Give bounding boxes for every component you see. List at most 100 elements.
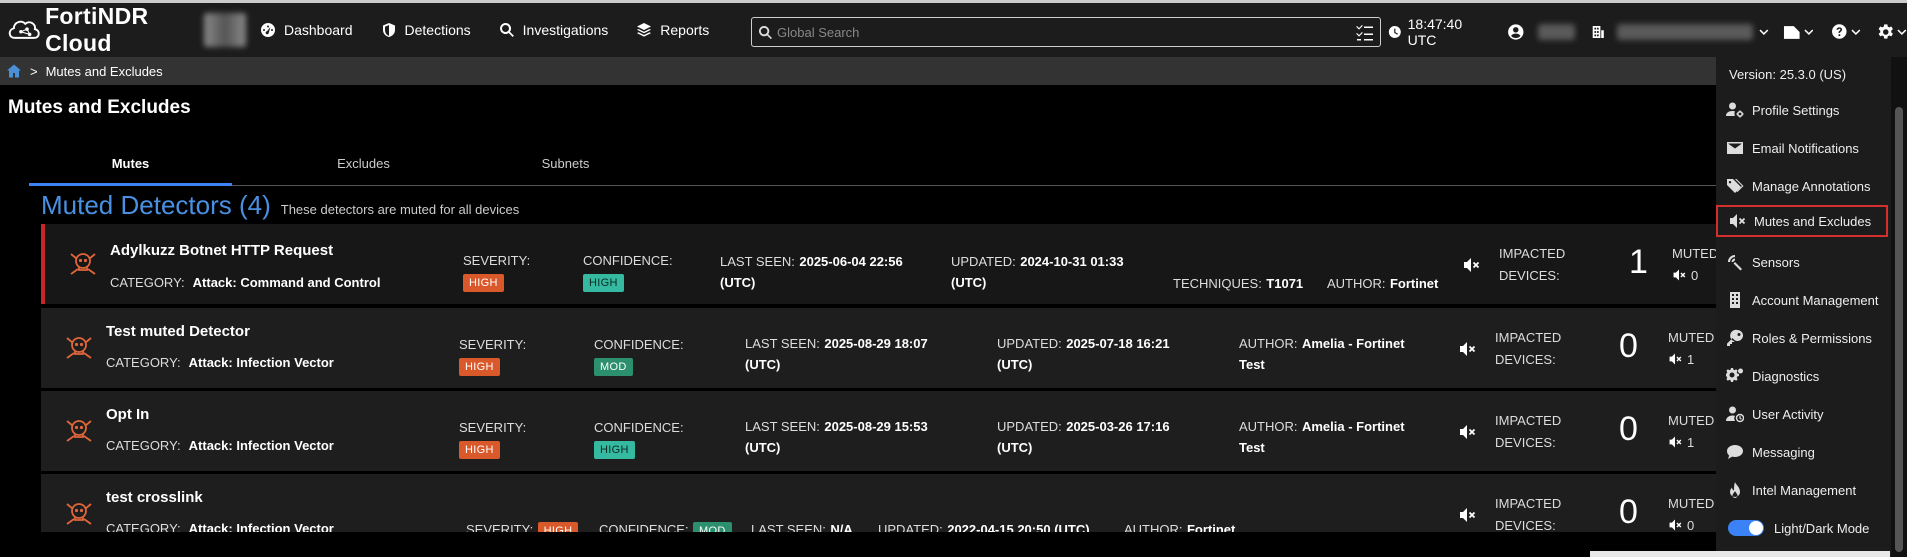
menu-item-roles-permissions[interactable]: Roles & Permissions xyxy=(1716,322,1891,354)
menu-item-theme-toggle[interactable]: Light/Dark Mode xyxy=(1716,512,1891,544)
app-logo[interactable]: FortiNDR Cloud xyxy=(6,3,246,57)
tab-excludes[interactable]: Excludes xyxy=(262,150,465,186)
updated-value: 2025-07-18 16:21 xyxy=(1066,336,1170,351)
data-icon[interactable] xyxy=(1783,24,1801,40)
chevron-down-icon xyxy=(1851,29,1861,35)
detector-name[interactable]: Adylkuzz Botnet HTTP Request xyxy=(110,242,333,259)
tenant-switcher[interactable] xyxy=(203,13,246,47)
muted-count: 1 xyxy=(1687,435,1695,450)
menu-item-label: Manage Annotations xyxy=(1752,178,1871,194)
muted-label: MUTED xyxy=(1672,246,1719,261)
username-chip[interactable] xyxy=(1538,23,1576,40)
volume-mute-icon xyxy=(1669,353,1682,365)
volume-mute-icon[interactable] xyxy=(1458,506,1476,524)
menu-item-manage-annotations[interactable]: Manage Annotations xyxy=(1716,170,1891,202)
detector-row[interactable]: Opt In CATEGORY: Attack: Infection Vector… xyxy=(41,391,1741,471)
bottom-strip xyxy=(1590,551,1890,557)
fire-icon xyxy=(1730,482,1740,498)
menu-scrollbar[interactable] xyxy=(1891,57,1907,557)
volume-mute-icon[interactable] xyxy=(1458,340,1476,358)
menu-item-email-notifications[interactable]: Email Notifications xyxy=(1716,132,1891,164)
search-input[interactable] xyxy=(777,24,1354,40)
menu-item-profile-settings[interactable]: Profile Settings xyxy=(1716,94,1891,126)
severity-badge: HIGH xyxy=(459,358,500,376)
menu-item-label: Sensors xyxy=(1752,254,1800,270)
gear-icon[interactable] xyxy=(1877,23,1895,41)
muted-count: 0 xyxy=(1691,268,1699,283)
account-chip[interactable] xyxy=(1616,23,1754,40)
impacted-count[interactable]: 0 xyxy=(1619,493,1638,532)
scrollbar-thumb[interactable] xyxy=(1895,107,1903,552)
chevron-down-icon xyxy=(1759,29,1769,35)
user-circle-icon[interactable] xyxy=(1507,23,1525,41)
muted-count: 1 xyxy=(1687,352,1695,367)
skull-crossbones-icon xyxy=(70,253,96,275)
impacted-count[interactable]: 0 xyxy=(1619,327,1638,366)
detector-row[interactable]: test crosslink CATEGORY: Attack: Infectio… xyxy=(41,474,1741,532)
detector-row[interactable]: Test muted Detector CATEGORY: Attack: Inf… xyxy=(41,308,1741,388)
updated-value: 2022-04-15 20:50 (UTC) xyxy=(947,522,1090,532)
impacted-count[interactable]: 0 xyxy=(1619,410,1638,449)
menu-item-label: Email Notifications xyxy=(1752,140,1859,156)
menu-item-intel-management[interactable]: Intel Management xyxy=(1716,474,1891,506)
volume-mute-icon xyxy=(1673,269,1686,281)
menu-item-label: Intel Management xyxy=(1752,482,1857,498)
comment-icon xyxy=(1727,445,1743,459)
skull-crossbones-icon xyxy=(66,503,92,525)
menu-item-mutes-and-excludes[interactable]: Mutes and Excludes xyxy=(1716,205,1888,237)
impacted-label: IMPACTED xyxy=(1495,330,1562,345)
devices-label: DEVICES: xyxy=(1499,268,1560,283)
search-icon xyxy=(758,25,772,39)
devices-label: DEVICES: xyxy=(1495,352,1556,367)
updated-label: UPDATED: xyxy=(997,419,1062,434)
tab-mutes[interactable]: Mutes xyxy=(29,150,232,186)
clock-icon xyxy=(1388,25,1401,38)
app-name: FortiNDR Cloud xyxy=(45,3,149,56)
severity-badge: HIGH xyxy=(463,274,504,292)
section-header: Muted Detectors (4) These detectors are … xyxy=(41,190,519,221)
envelope-icon xyxy=(1727,142,1743,154)
query-builder-icon[interactable] xyxy=(1354,21,1376,43)
updated-tz: (UTC) xyxy=(997,440,1033,455)
home-icon[interactable] xyxy=(6,63,22,79)
menu-item-diagnostics[interactable]: Diagnostics xyxy=(1716,360,1891,392)
impacted-label: IMPACTED xyxy=(1499,246,1566,261)
author-value: Amelia - Fortinet xyxy=(1301,336,1405,351)
detector-row[interactable]: Adylkuzz Botnet HTTP Request CATEGORY: At… xyxy=(41,224,1741,304)
volume-mute-icon[interactable] xyxy=(1462,256,1480,274)
nav-detections[interactable]: Detections xyxy=(367,2,485,59)
category-label: CATEGORY: xyxy=(106,521,181,532)
help-icon[interactable] xyxy=(1831,23,1848,40)
last-seen-label: LAST SEEN: xyxy=(745,336,820,351)
shield-icon xyxy=(382,23,395,37)
category-value: Attack: Command and Control xyxy=(192,275,381,290)
muted-detectors-list: Adylkuzz Botnet HTTP Request CATEGORY: At… xyxy=(41,224,1741,532)
impacted-count[interactable]: 1 xyxy=(1629,243,1648,282)
nav-investigations[interactable]: Investigations xyxy=(485,2,623,59)
techniques-value[interactable]: T1071 xyxy=(1266,276,1303,291)
volume-mute-icon xyxy=(1730,214,1746,228)
menu-item-sensors[interactable]: Sensors xyxy=(1716,246,1891,278)
nav-dashboard[interactable]: Dashboard xyxy=(246,2,367,59)
severity-label: SEVERITY: xyxy=(459,420,527,435)
nav-reports[interactable]: Reports xyxy=(622,2,723,59)
detector-name[interactable]: test crosslink xyxy=(106,489,203,506)
utc-clock: 18:47:40 UTC xyxy=(1388,16,1493,48)
detector-name[interactable]: Test muted Detector xyxy=(106,323,250,340)
volume-mute-icon[interactable] xyxy=(1458,423,1476,441)
detector-name[interactable]: Opt In xyxy=(106,406,149,423)
volume-mute-icon xyxy=(1669,519,1682,531)
menu-item-user-activity[interactable]: User Activity xyxy=(1716,398,1891,430)
key-icon xyxy=(1727,329,1743,346)
building-icon[interactable] xyxy=(1591,24,1605,40)
tab-bar: Mutes Excludes Subnets xyxy=(29,150,1729,186)
tab-subnets[interactable]: Subnets xyxy=(464,150,667,186)
theme-toggle-switch[interactable] xyxy=(1728,520,1764,536)
menu-item-messaging[interactable]: Messaging xyxy=(1716,436,1891,468)
author-value: Fortinet xyxy=(1186,522,1236,532)
muted-label: MUTED xyxy=(1668,330,1715,345)
author-value-cont: Test xyxy=(1239,440,1265,455)
global-search[interactable] xyxy=(751,17,1381,47)
menu-item-account-management[interactable]: Account Management xyxy=(1716,284,1891,316)
muted-label: MUTED xyxy=(1668,496,1715,511)
